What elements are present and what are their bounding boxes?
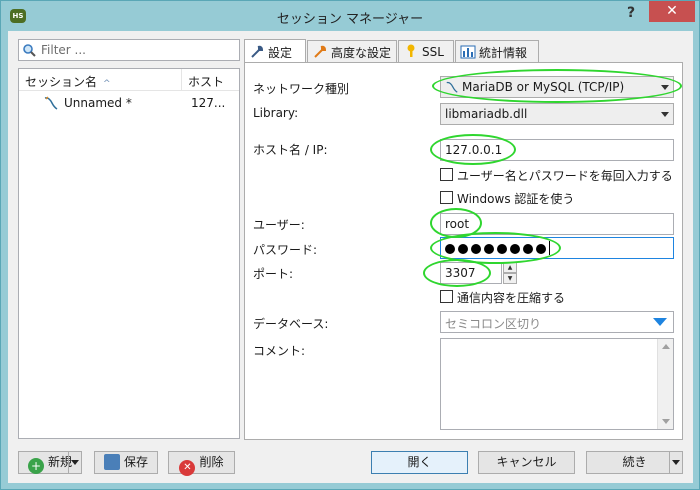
session-tree[interactable]: セッション名 ^ ホスト Unnamed * 127... [18, 68, 240, 439]
port-spinner[interactable]: ▲ ▼ [503, 262, 517, 284]
settings-panel: ネットワーク種別 MariaDB or MySQL (TCP/IP) Libra… [244, 62, 683, 440]
text-caret [549, 241, 550, 255]
session-row[interactable]: Unnamed * 127... [19, 93, 239, 113]
password-input[interactable] [440, 237, 674, 259]
user-input[interactable]: root [440, 213, 674, 235]
open-button[interactable]: 開く [371, 451, 468, 474]
network-type-value: MariaDB or MySQL (TCP/IP) [462, 80, 625, 94]
delete-icon: ✕ [179, 460, 196, 476]
databases-placeholder: セミコロン区切り [445, 317, 542, 331]
library-label: Library: [253, 106, 299, 120]
chevron-down-icon [661, 112, 669, 117]
session-name: Unnamed * [64, 96, 132, 110]
checkbox-box [440, 168, 453, 181]
save-button[interactable]: 保存 [94, 451, 158, 474]
column-header-session-name[interactable]: セッション名 ^ [25, 73, 111, 90]
tab-ssl[interactable]: SSL [398, 40, 454, 62]
tab-statistics[interactable]: 統計情報 [455, 40, 539, 62]
more-dropdown-arrow[interactable] [669, 452, 682, 473]
port-value: 3307 [445, 266, 476, 280]
wrench-orange-icon [314, 45, 327, 58]
host-value: 127.0.0.1 [445, 143, 503, 157]
host-input[interactable]: 127.0.0.1 [440, 139, 674, 161]
scroll-down-icon[interactable] [662, 419, 670, 424]
floppy-disk-icon [103, 454, 120, 470]
windows-auth-label: Windows 認証を使う [457, 192, 575, 206]
chevron-down-icon[interactable] [653, 318, 667, 326]
user-value: root [445, 217, 470, 231]
library-select[interactable]: libmariadb.dll [440, 103, 674, 125]
tree-header: セッション名 ^ ホスト [19, 69, 239, 91]
compress-label: 通信内容を圧縮する [457, 291, 566, 305]
password-dot [471, 244, 481, 254]
search-icon [23, 44, 36, 57]
password-masked-value [445, 241, 550, 256]
cancel-button[interactable]: キャンセル [478, 451, 575, 474]
column-divider[interactable] [181, 69, 182, 91]
sort-ascending-icon: ^ [103, 79, 111, 89]
column-header-host[interactable]: ホスト [188, 73, 224, 90]
port-input[interactable]: 3307 [440, 262, 502, 284]
session-host: 127... [191, 96, 226, 110]
spin-down-button[interactable]: ▼ [503, 273, 517, 284]
checkbox-box [440, 191, 453, 204]
databases-label: データベース: [253, 317, 329, 331]
client-area: Filter ... セッション名 ^ ホスト Unnamed * 127... [8, 31, 693, 483]
tab-settings[interactable]: 設定 [244, 39, 306, 62]
more-button[interactable]: 続き [586, 451, 683, 474]
comment-label: コメント: [253, 344, 306, 358]
window-title: セッション マネージャー [276, 12, 424, 27]
new-button[interactable]: + 新規 [18, 451, 82, 474]
more-button-label: 続き [622, 455, 647, 469]
tab-settings-label: 設定 [268, 46, 293, 60]
spin-up-button[interactable]: ▲ [503, 262, 517, 273]
scroll-up-icon[interactable] [662, 344, 670, 349]
title-bar[interactable]: HS セッション マネージャー ? ✕ [1, 1, 699, 31]
host-label: ホスト名 / IP: [253, 143, 328, 157]
chevron-down-icon [661, 85, 669, 90]
delete-button-label: 削除 [199, 455, 224, 469]
password-dot [523, 244, 533, 254]
password-dot [458, 244, 468, 254]
session-filter-input[interactable]: Filter ... [18, 39, 240, 61]
tab-statistics-label: 統計情報 [479, 46, 528, 60]
password-dot [445, 244, 455, 254]
mysql-dolphin-icon [446, 81, 458, 93]
tab-advanced[interactable]: 高度な設定 [307, 40, 397, 62]
user-label: ユーザー: [253, 218, 305, 232]
column-session-name-label: セッション名 [25, 75, 98, 89]
new-dropdown-arrow[interactable] [68, 452, 81, 473]
password-dot [536, 244, 546, 254]
bar-chart-icon [460, 45, 476, 59]
network-type-label: ネットワーク種別 [253, 82, 350, 96]
password-dot [484, 244, 494, 254]
key-icon [407, 44, 415, 57]
port-label: ポート: [253, 267, 294, 281]
plus-icon: + [27, 458, 44, 474]
save-button-label: 保存 [123, 455, 148, 469]
prompt-credentials-label: ユーザー名とパスワードを毎回入力する [457, 169, 673, 183]
library-value: libmariadb.dll [445, 107, 528, 121]
help-button[interactable]: ? [621, 5, 641, 25]
session-manager-window: HS セッション マネージャー ? ✕ Filter ... セッション名 ^ ホ… [0, 0, 700, 490]
delete-button[interactable]: ✕ 削除 [168, 451, 235, 476]
wrench-icon [251, 45, 264, 58]
password-dot [510, 244, 520, 254]
close-button[interactable]: ✕ [649, 1, 695, 22]
password-dot [497, 244, 507, 254]
databases-combobox[interactable]: セミコロン区切り [440, 311, 674, 333]
checkbox-box [440, 290, 453, 303]
tab-advanced-label: 高度な設定 [331, 46, 392, 60]
comment-textarea[interactable] [440, 338, 674, 430]
filter-placeholder: Filter ... [41, 43, 86, 57]
comment-scrollbar[interactable] [657, 339, 673, 429]
tab-ssl-label: SSL [422, 45, 444, 59]
password-label: パスワード: [253, 243, 318, 257]
mysql-dolphin-icon [44, 96, 58, 110]
network-type-select[interactable]: MariaDB or MySQL (TCP/IP) [440, 76, 674, 98]
